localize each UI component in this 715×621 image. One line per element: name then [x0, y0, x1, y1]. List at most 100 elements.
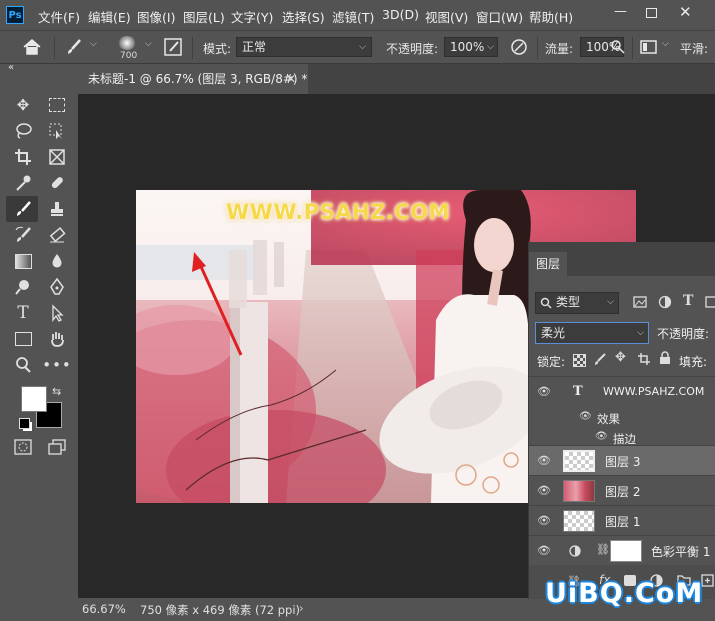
brush-preset-preview[interactable] — [118, 36, 136, 50]
smoothing-options-icon[interactable] — [640, 39, 658, 55]
hand-tool-icon[interactable] — [46, 328, 68, 350]
rectangle-tool-icon[interactable] — [12, 328, 34, 350]
brush-tool-icon[interactable] — [64, 37, 84, 57]
layer-row-text[interactable]: 👁 T WWW.PSAHZ.COM — [529, 376, 715, 408]
visibility-eye-icon[interactable]: 👁 — [595, 431, 608, 442]
lock-transparent-pixels-icon[interactable] — [573, 354, 586, 367]
options-bar: ⌵ 700 ⌵ 模式: 正常 ⌵ 不透明度: 100% ⌵ 流量: 100% ⌵… — [0, 30, 715, 64]
maximize-icon[interactable] — [646, 8, 657, 18]
pressure-opacity-icon[interactable] — [509, 37, 529, 57]
filter-pixel-layer-icon[interactable] — [633, 296, 647, 308]
layer-row-layer-1[interactable]: 👁 图层 1 — [529, 505, 715, 535]
visibility-eye-icon[interactable]: 👁 — [537, 385, 553, 398]
menu-window[interactable]: 窗口(W) — [476, 7, 523, 26]
document-tab[interactable]: 未标题-1 @ 66.7% (图层 3, RGB/8#) * ✕ — [78, 64, 308, 94]
visibility-eye-icon[interactable]: 👁 — [537, 514, 553, 527]
frame-tool-icon[interactable] — [46, 146, 68, 168]
move-tool-icon[interactable]: ✥ — [12, 94, 34, 116]
lock-position-icon[interactable]: ✥ — [615, 350, 626, 365]
brush-settings-panel-icon[interactable] — [163, 37, 183, 57]
blend-mode-select[interactable]: 正常 ⌵ — [236, 37, 372, 57]
layer-row-layer-2[interactable]: 👁 图层 2 — [529, 475, 715, 505]
link-chain-icon[interactable]: ⛓ — [596, 543, 610, 556]
menu-type[interactable]: 文字(Y) — [231, 7, 273, 26]
menu-layer[interactable]: 图层(L) — [183, 7, 225, 26]
menu-view[interactable]: 视图(V) — [425, 7, 468, 26]
swap-colors-icon[interactable]: ⇆ — [52, 385, 61, 398]
layer-filter-select[interactable]: 类型 ⌵ — [535, 292, 619, 314]
airbrush-icon[interactable] — [610, 38, 626, 56]
lock-image-pixels-icon[interactable] — [593, 352, 607, 366]
menu-edit[interactable]: 编辑(E) — [88, 7, 131, 26]
visibility-eye-icon[interactable]: 👁 — [579, 411, 592, 422]
canvas-watermark-text: WWW.PSAHZ.COM — [226, 200, 450, 224]
visibility-eye-icon[interactable]: 👁 — [537, 484, 553, 497]
close-icon[interactable]: ✕ — [286, 64, 296, 94]
layer-row-layer-3[interactable]: 👁 图层 3 — [529, 445, 715, 475]
lasso-tool-icon[interactable] — [12, 120, 34, 142]
effects-label: 效果 — [597, 412, 620, 426]
chevron-right-icon[interactable]: › — [299, 601, 304, 615]
menu-select[interactable]: 选择(S) — [282, 7, 325, 26]
blur-tool-icon[interactable] — [46, 250, 68, 272]
object-selection-tool-icon[interactable] — [46, 120, 68, 142]
layer-name[interactable]: WWW.PSAHZ.COM — [603, 385, 704, 398]
lock-artboard-icon[interactable] — [637, 352, 651, 366]
path-selection-tool-icon[interactable] — [46, 302, 68, 324]
filter-shape-layer-icon[interactable] — [705, 296, 715, 308]
chevron-down-icon: ⌵ — [607, 297, 614, 307]
filter-adjustment-layer-icon[interactable] — [658, 295, 672, 309]
zoom-level[interactable]: 66.67% — [82, 602, 126, 616]
menu-3d[interactable]: 3D(D) — [382, 7, 419, 22]
flow-label: 流量: — [545, 42, 574, 56]
opacity-input[interactable]: 100% ⌵ — [444, 37, 498, 57]
layers-panel: 图层 类型 ⌵ T 柔光 ⌵ 不透明度: 锁定: ✥ 填充: 👁 T WWW.P… — [528, 242, 715, 599]
marquee-tool-icon[interactable] — [46, 94, 68, 116]
clone-stamp-tool-icon[interactable] — [46, 198, 68, 220]
menu-file[interactable]: 文件(F) — [38, 7, 80, 26]
chevron-down-icon[interactable]: ⌵ — [145, 39, 152, 49]
tab-layers[interactable]: 图层 — [529, 252, 567, 276]
adjustment-layer-icon — [569, 545, 581, 557]
lock-all-icon[interactable] — [659, 351, 671, 365]
double-chevron-left-icon[interactable]: « — [8, 62, 14, 73]
layer-name[interactable]: 图层 2 — [605, 483, 640, 500]
layer-row-color-balance[interactable]: 👁 ⛓ 色彩平衡 1 — [529, 535, 715, 565]
menu-help[interactable]: 帮助(H) — [529, 7, 573, 26]
brush-tool-icon[interactable] — [12, 198, 34, 220]
pen-tool-icon[interactable] — [46, 276, 68, 298]
layer-name[interactable]: 图层 3 — [605, 453, 640, 470]
dodge-tool-icon[interactable] — [12, 276, 34, 298]
visibility-eye-icon[interactable]: 👁 — [537, 454, 553, 467]
screen-mode-icon[interactable] — [46, 436, 68, 458]
default-colors-icon[interactable] — [19, 418, 30, 429]
close-icon[interactable]: ✕ — [679, 3, 692, 21]
layer-blend-mode-select[interactable]: 柔光 ⌵ — [535, 322, 649, 344]
filter-type-layer-icon[interactable]: T — [683, 293, 693, 309]
document-info: 750 像素 x 469 像素 (72 ppi) — [140, 603, 301, 617]
healing-brush-tool-icon[interactable] — [46, 172, 68, 194]
foreground-color-swatch[interactable] — [21, 386, 47, 412]
quick-mask-icon[interactable] — [12, 436, 34, 458]
history-brush-tool-icon[interactable] — [12, 224, 34, 246]
gradient-tool-icon[interactable] — [12, 250, 34, 272]
toolbar-collapse-bar[interactable]: « — [0, 62, 78, 78]
chevron-down-icon[interactable]: ⌵ — [662, 39, 669, 49]
eyedropper-tool-icon[interactable] — [12, 172, 34, 194]
chevron-down-icon: ⌵ — [487, 42, 494, 52]
layer-effects-row[interactable]: 👁 效果 — [529, 408, 715, 428]
more-tools-icon[interactable]: ••• — [42, 354, 71, 376]
type-tool-icon[interactable]: T — [12, 302, 34, 324]
menu-filter[interactable]: 滤镜(T) — [332, 7, 374, 26]
minimize-icon[interactable]: — — [614, 4, 627, 19]
eraser-tool-icon[interactable] — [46, 224, 68, 246]
menu-image[interactable]: 图像(I) — [137, 7, 175, 26]
crop-tool-icon[interactable] — [12, 146, 34, 168]
visibility-eye-icon[interactable]: 👁 — [537, 544, 553, 557]
lock-label: 锁定: — [537, 355, 566, 369]
zoom-tool-icon[interactable] — [12, 354, 34, 376]
layer-name[interactable]: 图层 1 — [605, 513, 640, 530]
layer-name[interactable]: 色彩平衡 1 — [651, 543, 710, 560]
home-icon[interactable] — [22, 38, 42, 56]
chevron-down-icon[interactable]: ⌵ — [90, 39, 97, 49]
